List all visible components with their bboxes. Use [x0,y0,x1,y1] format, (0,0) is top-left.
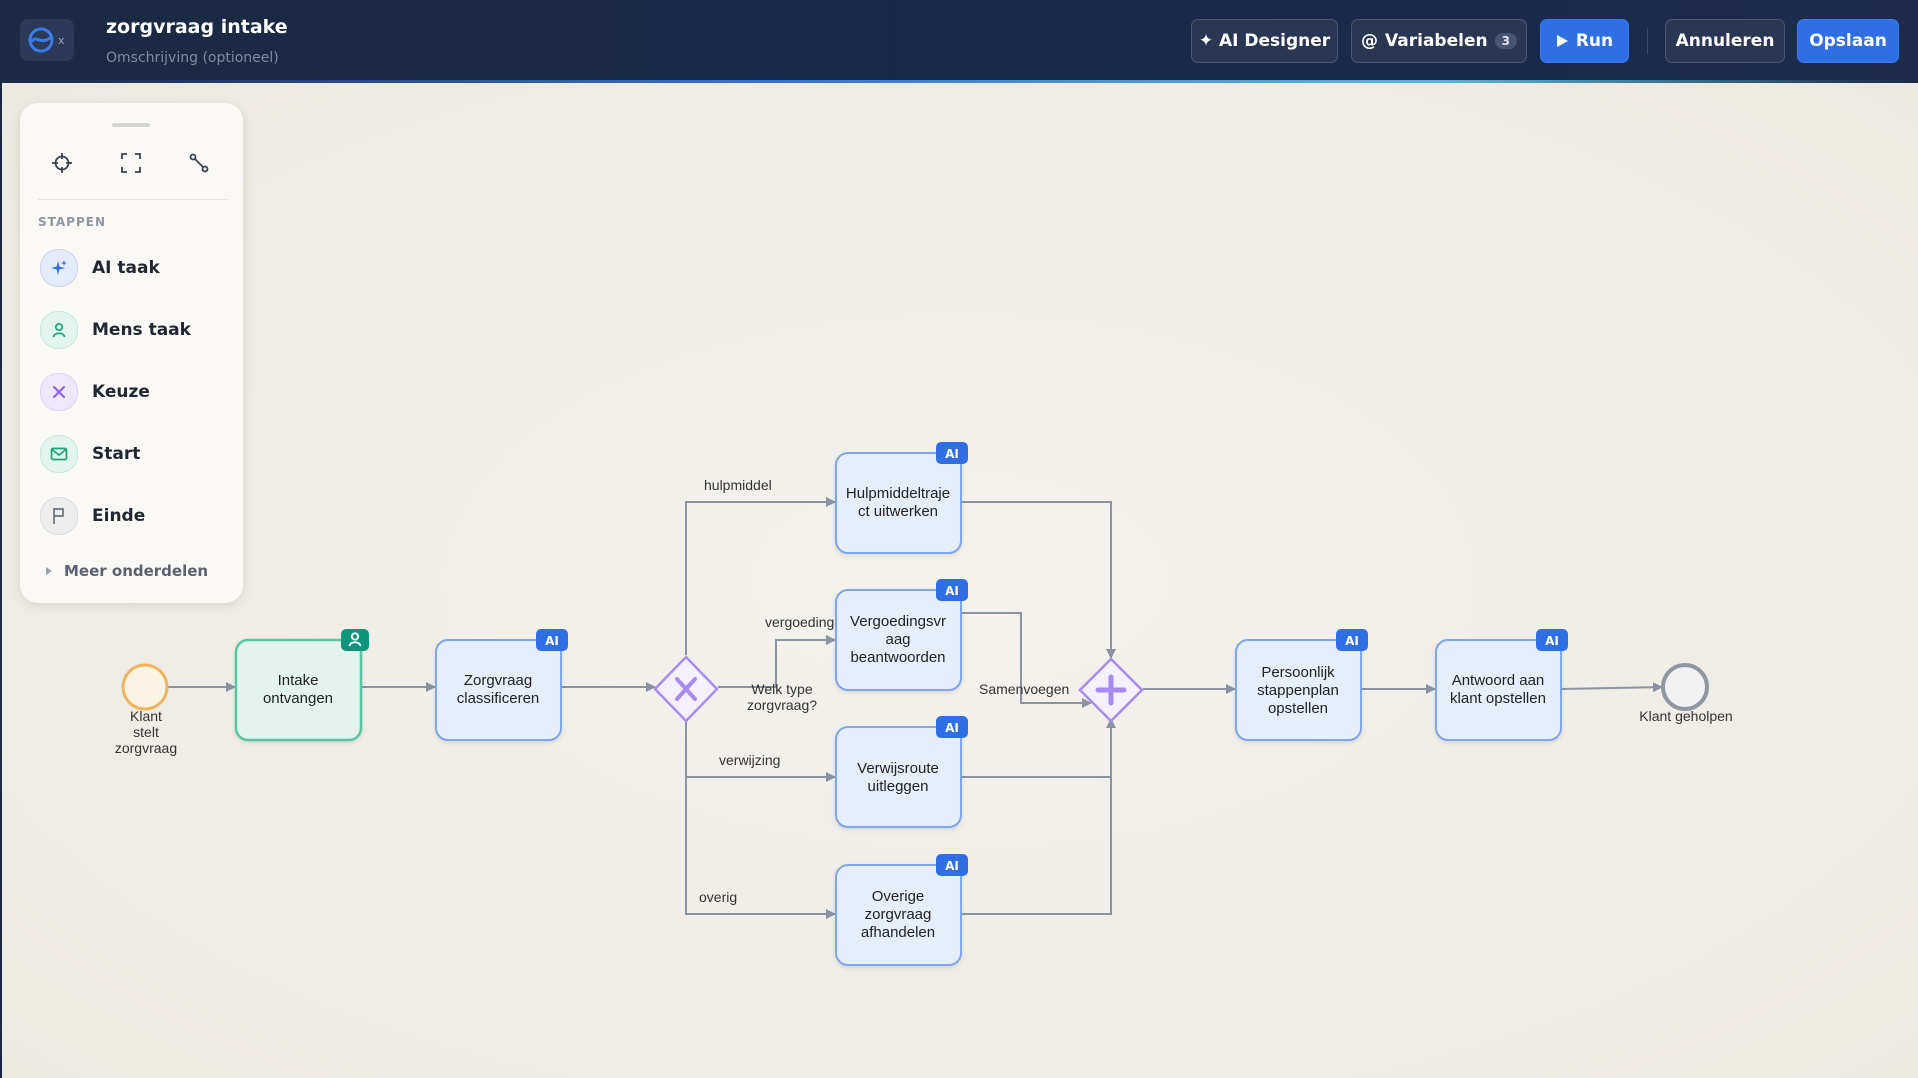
task-verwijs[interactable]: Verwijsroute uitleggen AI [835,716,968,828]
task-vergoeding[interactable]: Vergoedingsvr aag beantwoorden AI [835,579,968,691]
flow-label-vergoeding[interactable]: vergoeding [765,614,834,630]
task-classify[interactable]: Zorgvraag classificeren AI [435,629,568,741]
ai-badge-label: AI [945,859,959,873]
parallel-gateway[interactable] [1078,657,1144,723]
flow-antwoord-end [1560,682,1663,693]
ai-badge-label: AI [1545,634,1559,648]
end-event-label: Klant geholpen [1639,708,1732,724]
palette-item-label: Einde [92,506,146,526]
palette-item-choice[interactable]: Keuze [40,370,230,414]
palette-item-start[interactable]: Start [40,432,230,476]
flow-overig-join [961,718,1116,915]
start-event-label: Klant stelt zorgvraag [115,708,177,756]
connect-tool[interactable] [183,147,215,179]
flow-vergoeding [718,635,836,688]
ai-badge-label: AI [945,584,959,598]
task-stappenplan-label: Persoonlijk stappenplan opstellen [1257,664,1339,717]
mail-icon [40,435,78,473]
ai-badge-label: AI [1345,634,1359,648]
fit-view-tool[interactable] [115,147,147,179]
step-palette: STAPPEN AI taak Mens taak Keuze Start Ei… [20,103,243,603]
flow-hulpmiddel [685,497,836,655]
task-hulpmiddel-label: Hulpmiddeltraje ct uitwerken [846,485,950,520]
flow-label-overig[interactable]: overig [699,889,737,905]
task-verwijs-label: Verwijsroute uitleggen [857,760,939,795]
palette-item-label: Mens taak [92,320,191,340]
close-icon [40,373,78,411]
connector-icon [189,153,209,173]
flow-label-hulpmiddel[interactable]: hulpmiddel [704,477,772,493]
flow-verwijzing [685,719,836,782]
task-hulpmiddel[interactable]: Hulpmiddeltraje ct uitwerken AI [835,442,968,554]
ai-badge-label: AI [945,721,959,735]
palette-item-end[interactable]: Einde [40,494,230,538]
crosshair-icon [52,153,72,173]
task-overig[interactable]: Overige zorgvraag afhandelen AI [835,854,968,966]
task-antwoord-label: Antwoord aan klant opstellen [1450,672,1546,707]
flow-overig [685,719,836,919]
flow-hulpmiddel-join [961,501,1116,659]
palette-item-human-task[interactable]: Mens taak [40,308,230,352]
flow-label-verwijzing[interactable]: verwijzing [719,752,780,768]
crosshair-tool[interactable] [46,147,78,179]
more-components-label: Meer onderdelen [64,562,209,580]
ai-badge-label: AI [945,447,959,461]
task-intake[interactable]: Intake ontvangen [234,629,369,742]
flag-icon [40,497,78,535]
process-diagram[interactable]: hulpmiddel vergoeding verwijzing overig … [0,0,1918,1078]
sparkle-icon [40,249,78,287]
palette-item-label: AI taak [92,258,160,278]
gateway-label: Welk type zorgvraag? [747,681,817,713]
join-label: Samenvoegen [979,681,1069,697]
palette-divider [38,199,228,200]
person-icon [40,311,78,349]
more-components-toggle[interactable]: Meer onderdelen [46,562,208,580]
ai-badge-label: AI [545,634,559,648]
caret-right-icon [46,567,52,575]
end-event[interactable] [1661,663,1709,711]
start-event[interactable] [121,663,169,711]
exclusive-gateway[interactable] [653,655,719,723]
palette-section-label: STAPPEN [38,215,107,229]
task-classify-label: Zorgvraag classificeren [457,672,540,707]
palette-item-label: Keuze [92,382,150,402]
flow-verwijs-join [961,719,1112,778]
palette-item-label: Start [92,444,141,464]
task-overig-label: Overige zorgvraag afhandelen [861,888,935,941]
task-stappenplan[interactable]: Persoonlijk stappenplan opstellen AI [1235,629,1368,741]
drag-handle[interactable] [112,123,150,127]
palette-item-ai-task[interactable]: AI taak [40,246,230,290]
expand-icon [121,153,141,173]
task-antwoord[interactable]: Antwoord aan klant opstellen AI [1435,629,1568,741]
